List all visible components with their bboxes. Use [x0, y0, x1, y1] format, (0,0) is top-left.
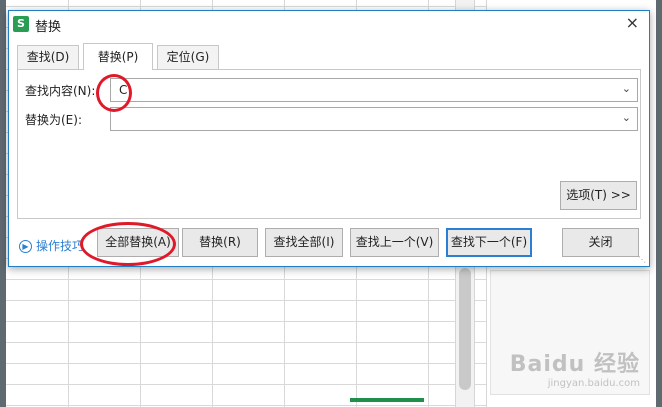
wps-app-icon: S [13, 16, 29, 32]
annotation-circle-find [96, 74, 132, 112]
watermark-main: Baidu 经验 [509, 352, 640, 377]
ops-tips-link[interactable]: ▶ 操作技巧 [19, 237, 84, 254]
replace-input[interactable]: ⌄ [110, 107, 638, 131]
chevron-down-icon[interactable]: ⌄ [622, 82, 631, 95]
options-button[interactable]: 选项(T) >> [560, 181, 637, 210]
scrollbar-thumb[interactable] [459, 268, 471, 390]
watermark-url: jingyan.baidu.com [547, 378, 640, 389]
tab-find[interactable]: 查找(D) [17, 45, 79, 69]
dialog-titlebar[interactable]: S 替换 × [9, 11, 649, 37]
annotation-circle-replace-all [80, 222, 176, 266]
ops-tips-label: 操作技巧 [36, 239, 85, 253]
find-input[interactable]: C ⌄ [110, 78, 638, 102]
chevron-down-icon[interactable]: ⌄ [622, 111, 631, 124]
close-icon[interactable]: × [626, 14, 639, 32]
dialog-title: 替换 [35, 20, 62, 35]
close-button[interactable]: 关闭 [562, 228, 639, 257]
selected-cell-indicator [350, 398, 424, 402]
resize-grip-icon[interactable]: ⋱ [638, 255, 646, 264]
find-label: 查找内容(N): [25, 84, 96, 98]
replace-button[interactable]: 替换(R) [182, 228, 258, 257]
find-prev-button[interactable]: 查找上一个(V) [350, 228, 439, 257]
find-all-button[interactable]: 查找全部(I) [265, 228, 343, 257]
play-icon: ▶ [19, 240, 32, 253]
replace-label: 替换为(E): [25, 113, 82, 127]
watermark: Baidu 经验 jingyan.baidu.com [510, 346, 640, 389]
find-next-button[interactable]: 查找下一个(F) [446, 228, 532, 257]
tab-goto[interactable]: 定位(G) [157, 45, 219, 69]
tab-replace[interactable]: 替换(P) [83, 43, 153, 70]
